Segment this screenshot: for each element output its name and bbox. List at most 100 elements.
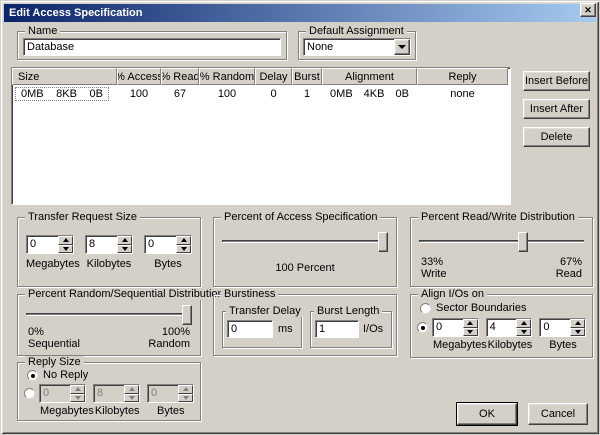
burstiness-label: Burstiness bbox=[221, 288, 278, 300]
spinner-down-icon[interactable] bbox=[117, 245, 132, 254]
spinner-down-icon bbox=[124, 394, 139, 403]
default-assignment-group: Default Assignment None bbox=[298, 31, 416, 60]
delete-label: Delete bbox=[541, 131, 573, 143]
cancel-button[interactable]: Cancel bbox=[528, 403, 588, 425]
table-row[interactable]: 0MB 8KB 0B 100 67 100 0 1 0MB 4KB 0B non… bbox=[12, 86, 510, 101]
align-megabytes-stepper[interactable]: 0 bbox=[432, 318, 479, 337]
align-bytes-stepper[interactable]: 0 bbox=[539, 318, 586, 337]
ok-button[interactable]: OK bbox=[457, 403, 517, 425]
size-mb: 0MB bbox=[21, 88, 44, 100]
align-unit-bytes: Bytes bbox=[540, 339, 586, 351]
spinner-up-icon[interactable] bbox=[570, 319, 585, 328]
slider-thumb[interactable] bbox=[378, 232, 388, 252]
reply-unit-megabytes: Megabytes bbox=[40, 405, 87, 417]
access-spec-table[interactable]: Size % Access % Read % Random Delay Burs… bbox=[11, 67, 511, 205]
read-write-slider[interactable] bbox=[419, 232, 584, 252]
random-sequential-group: Percent Random/Sequential Distribution 0… bbox=[17, 294, 201, 356]
delete-button[interactable]: Delete bbox=[523, 127, 590, 147]
align-megabytes-value: 0 bbox=[433, 319, 463, 336]
align-ios-group: Align I/Os on Sector Boundaries 0 4 0 Me… bbox=[410, 294, 593, 358]
spinner-up-icon bbox=[70, 385, 85, 394]
random-sequential-slider[interactable] bbox=[26, 305, 192, 325]
spinner-down-icon bbox=[178, 394, 193, 403]
reply-bytes-stepper: 0 bbox=[147, 384, 194, 403]
transfer-request-size-group: Transfer Request Size 0 8 0 Megabytes Ki… bbox=[17, 217, 201, 287]
size-b: 0B bbox=[90, 88, 103, 100]
cell-alignment: 0MB 4KB 0B bbox=[322, 88, 417, 100]
align-ios-label: Align I/Os on bbox=[418, 288, 487, 300]
trs-kilobytes-value: 8 bbox=[86, 236, 117, 253]
insert-after-label: Insert After bbox=[530, 103, 583, 115]
burst-length-input[interactable]: 1 bbox=[315, 320, 359, 338]
transfer-delay-input[interactable]: 0 bbox=[227, 320, 273, 338]
reply-custom-radio[interactable] bbox=[24, 388, 35, 399]
transfer-delay-group: Transfer Delay 0 ms bbox=[222, 311, 302, 348]
spinner-up-icon[interactable] bbox=[58, 236, 73, 245]
spinner-up-icon bbox=[124, 385, 139, 394]
spinner-up-icon bbox=[178, 385, 193, 394]
name-input[interactable]: Database bbox=[23, 38, 281, 56]
column-header-reply[interactable]: Reply bbox=[417, 68, 508, 85]
spinner-up-icon[interactable] bbox=[117, 236, 132, 245]
slider-thumb[interactable] bbox=[182, 305, 192, 325]
spinner-down-icon[interactable] bbox=[58, 245, 73, 254]
column-header-size[interactable]: Size bbox=[12, 68, 117, 85]
read-percent-label: 67%Read bbox=[556, 256, 582, 280]
column-header-access[interactable]: % Access bbox=[117, 68, 161, 85]
chevron-down-icon bbox=[398, 45, 406, 49]
spinner-up-icon[interactable] bbox=[176, 236, 191, 245]
name-group: Name Database bbox=[17, 31, 287, 60]
cell-burst: 1 bbox=[292, 88, 322, 100]
percent-access-slider[interactable] bbox=[222, 232, 388, 252]
spinner-up-icon[interactable] bbox=[463, 319, 478, 328]
name-value: Database bbox=[27, 41, 74, 53]
no-reply-radio[interactable] bbox=[27, 370, 38, 381]
burst-length-label: Burst Length bbox=[314, 305, 382, 317]
spinner-down-icon[interactable] bbox=[516, 328, 531, 337]
percent-access-label: Percent of Access Specification bbox=[221, 211, 380, 223]
align-unit-kilobytes: Kilobytes bbox=[487, 339, 533, 351]
insert-after-button[interactable]: Insert After bbox=[523, 99, 590, 119]
column-header-delay[interactable]: Delay bbox=[255, 68, 292, 85]
reply-bytes-value: 0 bbox=[148, 385, 178, 402]
close-button[interactable]: ✕ bbox=[580, 3, 596, 17]
spinner-up-icon[interactable] bbox=[516, 319, 531, 328]
trs-bytes-stepper[interactable]: 0 bbox=[144, 235, 192, 254]
dropdown-arrow-button[interactable] bbox=[394, 39, 410, 55]
transfer-delay-label: Transfer Delay bbox=[226, 305, 304, 317]
sector-boundaries-radio[interactable] bbox=[420, 303, 431, 314]
sequential-percent-label: 0%Sequential bbox=[28, 326, 80, 350]
spinner-down-icon[interactable] bbox=[463, 328, 478, 337]
align-kilobytes-stepper[interactable]: 4 bbox=[486, 318, 533, 337]
column-header-read[interactable]: % Read bbox=[161, 68, 199, 85]
slider-thumb[interactable] bbox=[518, 232, 528, 252]
default-assignment-select[interactable]: None bbox=[303, 38, 411, 56]
align-bytes-value: 0 bbox=[540, 319, 570, 336]
trs-kilobytes-stepper[interactable]: 8 bbox=[85, 235, 133, 254]
spinner-down-icon[interactable] bbox=[176, 245, 191, 254]
title-bar[interactable]: Edit Access Specification bbox=[4, 4, 596, 22]
name-group-label: Name bbox=[25, 25, 60, 37]
reply-megabytes-stepper: 0 bbox=[39, 384, 86, 403]
reply-kilobytes-stepper: 8 bbox=[93, 384, 140, 403]
write-percent-label: 33%Write bbox=[421, 256, 446, 280]
sector-boundaries-label: Sector Boundaries bbox=[436, 302, 527, 314]
column-header-alignment[interactable]: Alignment bbox=[322, 68, 417, 85]
burst-length-unit: I/Os bbox=[363, 323, 383, 335]
random-percent-label: 100%Random bbox=[148, 326, 190, 350]
spinner-down-icon[interactable] bbox=[570, 328, 585, 337]
percent-access-group: Percent of Access Specification 100 Perc… bbox=[213, 217, 397, 287]
column-header-random[interactable]: % Random bbox=[199, 68, 255, 85]
transfer-delay-value: 0 bbox=[231, 323, 237, 335]
trs-megabytes-stepper[interactable]: 0 bbox=[26, 235, 74, 254]
align-mb: 0MB bbox=[330, 88, 353, 100]
column-header-burst[interactable]: Burst bbox=[292, 68, 322, 85]
spinner-down-icon bbox=[70, 394, 85, 403]
table-header-row: Size % Access % Read % Random Delay Burs… bbox=[12, 68, 510, 85]
trs-unit-bytes: Bytes bbox=[144, 258, 192, 270]
align-kb: 4KB bbox=[364, 88, 385, 100]
align-custom-radio[interactable] bbox=[417, 322, 428, 333]
insert-before-button[interactable]: Insert Before bbox=[523, 71, 590, 91]
cell-random: 100 bbox=[199, 88, 255, 100]
size-kb: 8KB bbox=[56, 88, 77, 100]
